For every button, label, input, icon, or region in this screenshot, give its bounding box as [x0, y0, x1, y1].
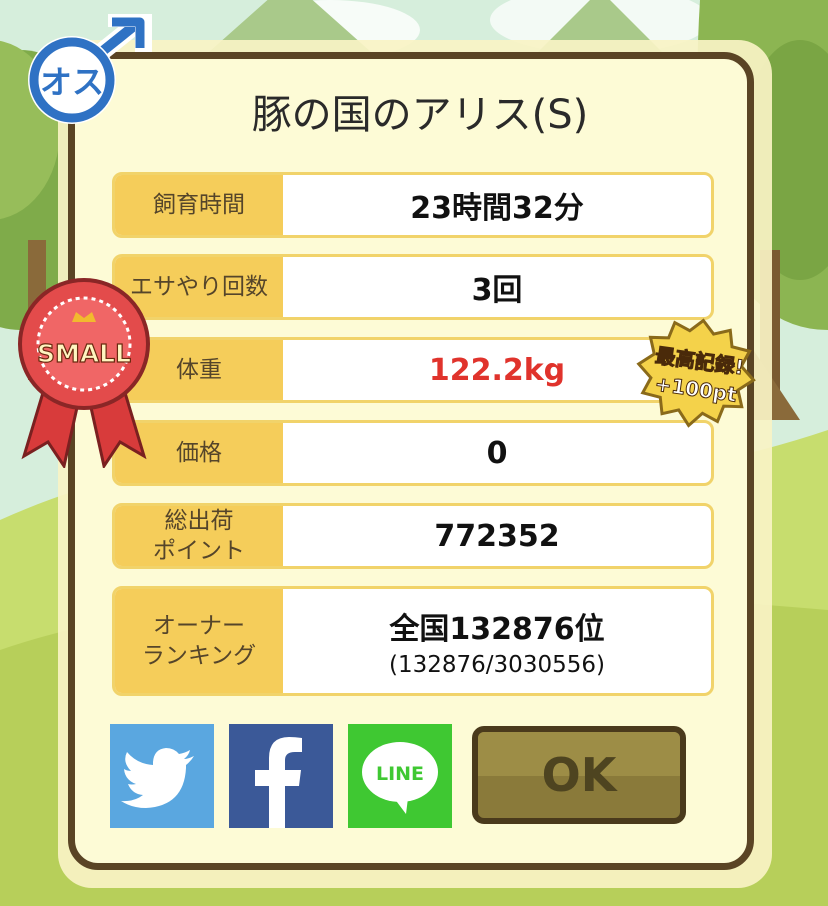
- ranking-detail: (132876/3030556): [389, 652, 605, 678]
- stat-value-ranking: 全国132876位 (132876/3030556): [283, 589, 711, 693]
- line-speech-bubble-icon: LINE: [362, 742, 438, 814]
- small-size-ribbon: SMALL: [18, 278, 150, 468]
- stat-value: 3回: [471, 273, 523, 308]
- male-badge: オス: [28, 14, 152, 124]
- stat-label-line1: 総出荷: [164, 508, 234, 534]
- stat-label-line2: ランキング: [141, 643, 257, 669]
- ranking-text: 全国132876位: [389, 612, 605, 647]
- twitter-share-button[interactable]: [110, 724, 214, 828]
- stat-label-line1: オーナー: [153, 613, 245, 639]
- facebook-share-button[interactable]: [229, 724, 333, 828]
- pig-name-title: 豚の国のアリス(S): [251, 92, 589, 138]
- stat-value: 772352: [434, 518, 560, 554]
- gender-text: オス: [40, 63, 104, 101]
- stat-label-line2: ポイント: [153, 538, 245, 564]
- stat-value: 0: [486, 435, 508, 471]
- new-record-badge: 最高記録! +100pt: [636, 318, 756, 428]
- ok-button-label: OK: [541, 748, 617, 802]
- stat-row-feeding-time: 飼育時間 23時間32分: [112, 172, 714, 238]
- ribbon-text: SMALL: [37, 339, 131, 368]
- stat-label: オーナー ランキング: [115, 589, 283, 693]
- stat-row-weight: 体重 122.2kg: [112, 337, 714, 403]
- stat-row-shipping-points: 総出荷ポイント 772352: [112, 503, 714, 569]
- stat-label: 総出荷 ポイント: [115, 506, 283, 566]
- facebook-f-icon: [255, 737, 302, 828]
- line-label: LINE: [376, 763, 424, 785]
- line-share-button[interactable]: LINE: [348, 724, 452, 828]
- stat-value: 23時間32分: [410, 191, 584, 226]
- stat-row-price: 価格 0: [112, 420, 714, 486]
- twitter-bird-icon: [121, 748, 194, 808]
- stat-row-owner-ranking: オーナーランキング 全国132876位 (132876/3030556): [112, 586, 714, 696]
- stat-label: 飼育時間: [115, 175, 283, 235]
- ok-button[interactable]: OK: [472, 726, 686, 824]
- stat-row-feed-count: エサやり回数 3回: [112, 254, 714, 320]
